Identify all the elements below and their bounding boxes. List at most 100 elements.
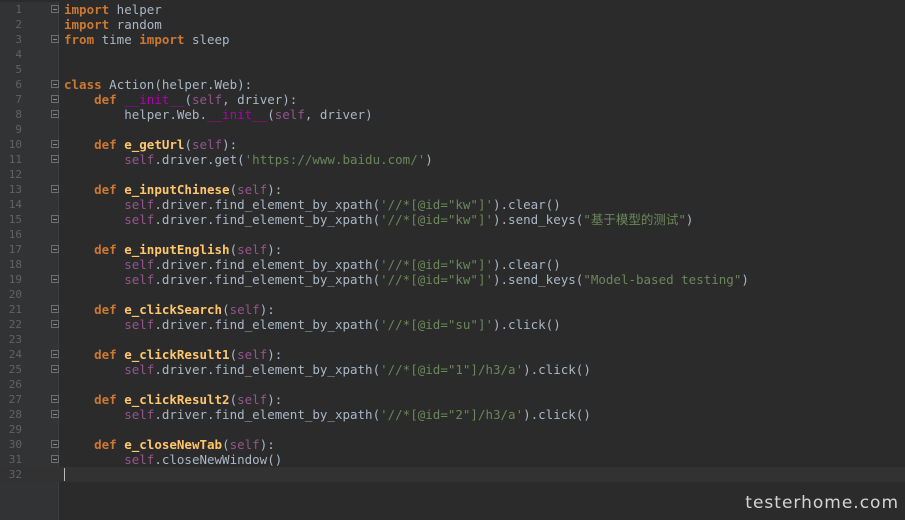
code-token: '//*[@id="1"]/h3/a' — [380, 362, 524, 377]
fold-toggle-icon[interactable] — [51, 80, 59, 88]
code-token: e_inputEnglish — [124, 242, 230, 257]
line-number: 23 — [8, 333, 22, 346]
code-text: self.closeNewWindow() — [64, 452, 282, 467]
fold-toggle-icon[interactable] — [51, 275, 59, 283]
code-token: ) — [425, 152, 433, 167]
code-line[interactable]: 16 — [0, 227, 905, 242]
code-line[interactable]: 11 self.driver.get('https://www.baidu.co… — [0, 152, 905, 167]
line-number: 7 — [15, 93, 22, 106]
code-line[interactable]: 25 self.driver.find_element_by_xpath('//… — [0, 362, 905, 377]
code-line[interactable]: 3 from time import sleep — [0, 32, 905, 47]
line-number: 28 — [8, 408, 22, 421]
fold-toggle-icon[interactable] — [51, 215, 59, 223]
code-line[interactable]: 5 — [0, 62, 905, 77]
code-editor[interactable]: 1 import helper 2 import random 3 from time i… — [0, 2, 905, 520]
code-token: .driver.find_element_by_xpath( — [154, 317, 381, 332]
code-token: .closeNewWindow() — [154, 452, 283, 467]
code-text: def e_inputEnglish(self): — [64, 242, 282, 257]
fold-toggle-icon[interactable] — [51, 110, 59, 118]
code-line[interactable]: 26 — [0, 377, 905, 392]
code-line[interactable]: 15 self.driver.find_element_by_xpath('//… — [0, 212, 905, 227]
fold-toggle-icon[interactable] — [51, 395, 59, 403]
code-line[interactable]: 9 — [0, 122, 905, 137]
fold-toggle-icon[interactable] — [51, 350, 59, 358]
code-line[interactable]: 12 — [0, 167, 905, 182]
fold-toggle-icon[interactable] — [51, 305, 59, 313]
fold-toggle-icon[interactable] — [51, 320, 59, 328]
code-text: def e_clickSearch(self): — [64, 302, 275, 317]
code-line[interactable]: 8 helper.Web.__init__(self, driver) — [0, 107, 905, 122]
line-number: 9 — [15, 123, 22, 136]
code-token: .driver.find_element_by_xpath( — [154, 362, 381, 377]
code-line[interactable]: 14 self.driver.find_element_by_xpath('//… — [0, 197, 905, 212]
code-line[interactable]: 7 def __init__(self, driver): — [0, 92, 905, 107]
code-line[interactable]: 20 — [0, 287, 905, 302]
code-token: sleep — [184, 32, 230, 47]
code-line[interactable]: 19 self.driver.find_element_by_xpath('//… — [0, 272, 905, 287]
line-number: 12 — [8, 168, 22, 181]
code-line[interactable]: 30 def e_closeNewTab(self): — [0, 437, 905, 452]
code-line[interactable]: 29 — [0, 422, 905, 437]
code-line[interactable]: 4 — [0, 47, 905, 62]
code-token: ): — [222, 137, 238, 152]
code-line[interactable]: 2 import random — [0, 17, 905, 32]
fold-toggle-icon[interactable] — [51, 245, 59, 253]
code-line[interactable]: 32 — [0, 467, 905, 482]
code-token: __init__ — [124, 92, 185, 107]
line-number: 5 — [15, 63, 22, 76]
code-token: ( — [267, 107, 275, 122]
line-number: 32 — [8, 468, 22, 481]
fold-toggle-icon[interactable] — [51, 35, 59, 43]
fold-toggle-icon[interactable] — [51, 440, 59, 448]
code-line[interactable]: 1 import helper — [0, 2, 905, 17]
fold-toggle-icon[interactable] — [51, 455, 59, 463]
line-number: 25 — [8, 363, 22, 376]
fold-toggle-icon[interactable] — [51, 5, 59, 13]
code-token: ).send_keys( — [493, 272, 584, 287]
code-line[interactable]: 17 def e_inputEnglish(self): — [0, 242, 905, 257]
code-line[interactable]: 23 — [0, 332, 905, 347]
code-token: def — [94, 137, 117, 152]
code-line[interactable]: 13 def e_inputChinese(self): — [0, 182, 905, 197]
code-token: , driver): — [222, 92, 298, 107]
fold-toggle-icon[interactable] — [51, 185, 59, 193]
fold-toggle-icon[interactable] — [51, 140, 59, 148]
code-token: def — [94, 302, 117, 317]
fold-toggle-icon[interactable] — [51, 410, 59, 418]
line-number: 13 — [8, 183, 22, 196]
code-line[interactable]: 24 def e_clickResult1(self): — [0, 347, 905, 362]
code-token: self — [229, 437, 260, 452]
line-number: 4 — [15, 48, 22, 61]
code-text: helper.Web.__init__(self, driver) — [64, 107, 372, 122]
code-line[interactable]: 6 class Action(helper.Web): — [0, 77, 905, 92]
code-line[interactable]: 10 def e_getUrl(self): — [0, 137, 905, 152]
code-line[interactable]: 31 self.closeNewWindow() — [0, 452, 905, 467]
code-line[interactable]: 27 def e_clickResult2(self): — [0, 392, 905, 407]
code-token: .driver.find_element_by_xpath( — [154, 257, 381, 272]
code-token: from — [64, 32, 95, 47]
code-token: '//*[@id="kw"]' — [380, 257, 493, 272]
code-line[interactable]: 18 self.driver.find_element_by_xpath('//… — [0, 257, 905, 272]
code-text: self.driver.find_element_by_xpath('//*[@… — [64, 197, 561, 212]
code-text: def e_clickResult1(self): — [64, 347, 282, 362]
code-text: def e_inputChinese(self): — [64, 182, 282, 197]
code-text: self.driver.find_element_by_xpath('//*[@… — [64, 317, 561, 332]
code-token: def — [94, 392, 117, 407]
code-token: self — [191, 92, 223, 107]
code-token: ): — [267, 392, 283, 407]
code-token: ( — [229, 182, 238, 197]
fold-toggle-icon[interactable] — [51, 155, 59, 163]
code-line[interactable]: 22 self.driver.find_element_by_xpath('//… — [0, 317, 905, 332]
code-text: def __init__(self, driver): — [64, 92, 297, 107]
code-text: self.driver.find_element_by_xpath('//*[@… — [64, 257, 561, 272]
fold-toggle-icon[interactable] — [51, 365, 59, 373]
code-token: self — [124, 362, 155, 377]
code-line[interactable]: 28 self.driver.find_element_by_xpath('//… — [0, 407, 905, 422]
line-number: 16 — [8, 228, 22, 241]
line-number: 31 — [8, 453, 22, 466]
code-line[interactable]: 21 def e_clickSearch(self): — [0, 302, 905, 317]
fold-toggle-icon[interactable] — [51, 95, 59, 103]
